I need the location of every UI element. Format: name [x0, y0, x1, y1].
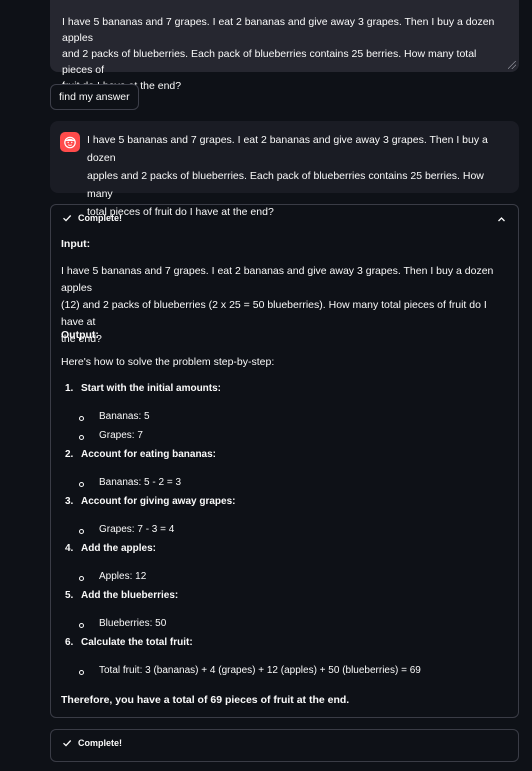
resize-handle-icon[interactable]	[508, 61, 516, 69]
step-bullet: Grapes: 7	[99, 430, 143, 441]
step-number: 4.	[65, 543, 74, 554]
step-number: 5.	[65, 590, 74, 601]
input-line-1: I have 5 bananas and 7 grapes. I eat 2 b…	[61, 265, 494, 294]
prompt-line-2: and 2 packs of blueberries. Each pack of…	[62, 48, 477, 76]
find-my-answer-button[interactable]: find my answer	[50, 84, 139, 110]
step-title: Account for eating bananas:	[81, 449, 217, 460]
output-heading: Output:	[61, 329, 99, 341]
step-title: Add the apples:	[81, 543, 157, 554]
status-expander: Complete! Input: I have 5 bananas and 7 …	[50, 204, 519, 718]
chevron-up-icon[interactable]	[497, 215, 506, 224]
status-label: Complete!	[78, 738, 123, 748]
user-avatar-icon	[60, 132, 80, 152]
step-title: Start with the initial amounts:	[81, 383, 222, 394]
bullet-icon	[79, 670, 84, 675]
step-bullet: Grapes: 7 - 3 = 4	[99, 524, 175, 535]
bullet-icon	[79, 482, 84, 487]
status-header[interactable]: Complete!	[62, 738, 122, 748]
step-title: Calculate the total fruit:	[81, 637, 193, 648]
prompt-line-1: I have 5 bananas and 7 grapes. I eat 2 b…	[62, 16, 495, 44]
input-line-2: (12) and 2 packs of blueberries (2 x 25 …	[61, 299, 487, 328]
step-number: 6.	[65, 637, 74, 648]
bullet-icon	[79, 576, 84, 581]
step-title: Add the blueberries:	[81, 590, 179, 601]
input-heading: Input:	[61, 238, 91, 250]
bullet-icon	[79, 416, 84, 421]
step-number: 1.	[65, 383, 74, 394]
status-expander-collapsed[interactable]: Complete!	[50, 729, 519, 762]
check-icon	[63, 740, 72, 747]
step-bullet: Blueberries: 50	[99, 618, 167, 629]
bullet-icon	[79, 529, 84, 534]
step-bullet: Total fruit: 3 (bananas) + 4 (grapes) + …	[99, 665, 421, 676]
status-header[interactable]: Complete!	[62, 213, 122, 223]
chat-message: I have 5 bananas and 7 grapes. I eat 2 b…	[50, 121, 519, 218]
check-icon	[63, 215, 72, 222]
chat-line-2: apples and 2 packs of blueberries. Each …	[87, 170, 484, 200]
bullet-icon	[79, 623, 84, 628]
chat-line-1: I have 5 bananas and 7 grapes. I eat 2 b…	[87, 134, 488, 164]
step-bullet: Bananas: 5	[99, 411, 150, 422]
bullet-icon	[79, 435, 84, 440]
status-label: Complete!	[78, 213, 123, 223]
step-bullet: Apples: 12	[99, 571, 147, 582]
prompt-textarea[interactable]: I have 5 bananas and 7 grapes. I eat 2 b…	[50, 0, 519, 92]
conclusion-text: Therefore, you have a total of 69 pieces…	[61, 694, 350, 706]
step-title: Account for giving away grapes:	[81, 496, 236, 507]
output-intro: Here's how to solve the problem step-by-…	[61, 356, 275, 368]
step-number: 2.	[65, 449, 74, 460]
step-number: 3.	[65, 496, 74, 507]
step-bullet: Bananas: 5 - 2 = 3	[99, 477, 182, 488]
